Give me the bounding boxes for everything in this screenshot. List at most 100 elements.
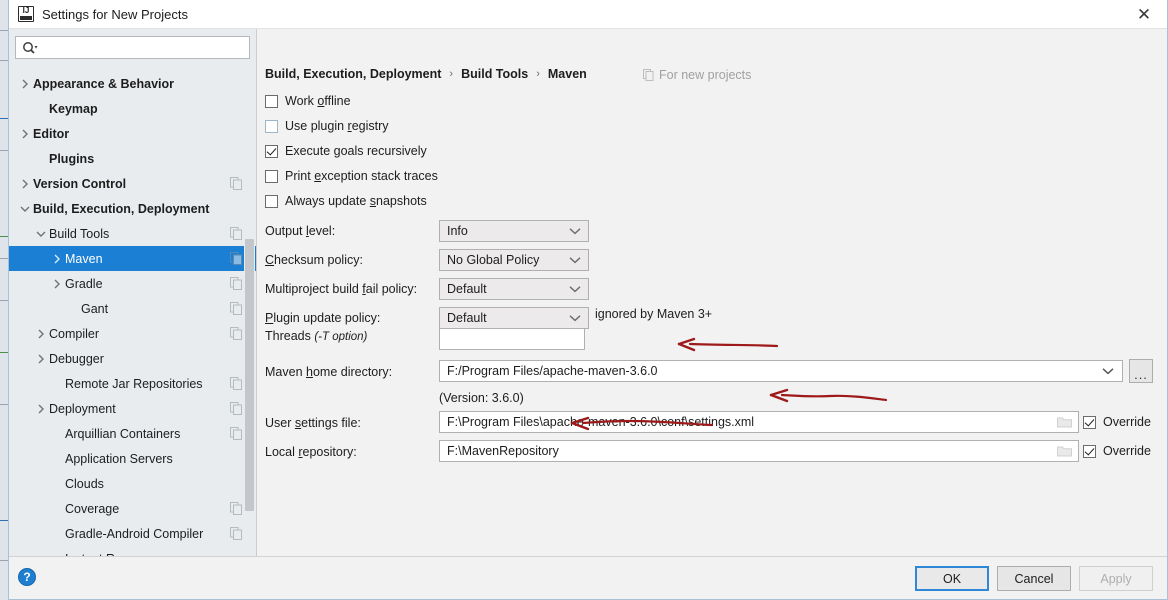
sidebar-item-clouds[interactable]: Clouds [9,471,256,496]
checkbox-use-plugin-registry[interactable]: Use plugin registry [265,119,389,133]
output-level-select[interactable]: Info [439,220,589,242]
chevron-right-icon[interactable] [33,404,49,414]
folder-icon[interactable] [1057,445,1072,458]
output-level-label-row: Output level: [265,224,335,238]
sidebar-item-instant-run[interactable]: Instant Run [9,546,256,557]
copy-settings-icon[interactable] [230,302,242,315]
chevron-down-icon[interactable] [33,230,49,238]
sidebar-item-label: Build Tools [49,226,110,241]
copy-settings-icon[interactable] [230,377,242,390]
checkbox-always-update-snapshots[interactable]: Always update snapshots [265,194,427,208]
search-input[interactable] [38,38,238,57]
chevron-right-icon[interactable] [49,254,65,264]
checkbox-input[interactable] [265,169,278,183]
plugin-update-policy-label-row: Plugin update policy: [265,311,380,325]
sidebar-item-keymap[interactable]: Keymap [9,96,256,121]
search-box[interactable] [15,36,250,59]
chevron-right-icon[interactable] [17,179,33,189]
plugin-policy-note: ignored by Maven 3+ [595,307,713,321]
breadcrumb-item-0[interactable]: Build, Execution, Deployment [265,67,441,81]
checkbox-input[interactable] [265,119,278,133]
chevron-right-icon[interactable] [49,279,65,289]
apply-button: Apply [1079,566,1153,591]
chevron-down-icon[interactable] [569,314,581,322]
chevron-right-icon[interactable] [17,79,33,89]
checkbox-execute-goals-recursively[interactable]: Execute goals recursively [265,144,427,158]
chevron-down-icon[interactable] [1102,367,1114,375]
chevron-down-icon[interactable] [17,205,33,213]
sidebar-item-arquillian-containers[interactable]: Arquillian Containers [9,421,256,446]
user-settings-override-row[interactable]: Override [1083,415,1151,429]
sidebar-item-label: Editor [33,126,70,141]
local-repo-label-row: Local repository: [265,445,357,459]
sidebar-item-version-control[interactable]: Version Control [9,171,256,196]
copy-settings-icon[interactable] [230,227,242,240]
checkbox-input[interactable] [265,144,278,158]
dialog-footer: ? OK Cancel Apply [9,556,1167,599]
chevron-right-icon[interactable] [17,129,33,139]
checkbox-print-exception-stack-traces[interactable]: Print exception stack traces [265,169,438,183]
sidebar-item-build-execution-deployment[interactable]: Build, Execution, Deployment [9,196,256,221]
sidebar-item-application-servers[interactable]: Application Servers [9,446,256,471]
close-icon[interactable]: ✕ [1121,0,1167,29]
sidebar-item-editor[interactable]: Editor [9,121,256,146]
copy-settings-icon[interactable] [230,177,242,190]
sidebar-item-label: Gradle [65,276,103,291]
checkbox-label: Always update snapshots [285,194,427,208]
sidebar-item-gradle[interactable]: Gradle [9,271,256,296]
sidebar-item-build-tools[interactable]: Build Tools [9,221,256,246]
sidebar-item-label: Gant [81,301,109,316]
threads-input[interactable] [439,328,585,350]
ok-button[interactable]: OK [915,566,989,591]
chevron-right-icon[interactable] [33,329,49,339]
cancel-button[interactable]: Cancel [997,566,1071,591]
copy-settings-icon[interactable] [230,277,242,290]
settings-dialog: Settings for New Projects ✕ [8,0,1168,600]
copy-settings-icon[interactable] [230,427,242,440]
sidebar-item-gant[interactable]: Gant [9,296,256,321]
chevron-down-icon[interactable] [569,256,581,264]
user-settings-label: User settings file: [265,416,361,430]
local-repo-override-checkbox[interactable] [1083,444,1096,458]
local-repo-override-row[interactable]: Override [1083,444,1151,458]
maven-home-combo[interactable]: F:/Program Files/apache-maven-3.6.0 [439,360,1123,382]
settings-tree[interactable]: Appearance & Behavior Keymap Editor Plugins… [9,71,256,556]
sidebar-item-label: Coverage [65,501,120,516]
user-settings-file-value: F:\Program Files\apache-maven-3.6.0\conf… [447,415,755,429]
multiproject-build-fail-policy-select[interactable]: Default [439,278,589,300]
checkbox-work-offline[interactable]: Work offline [265,94,351,108]
sidebar-item-deployment[interactable]: Deployment [9,396,256,421]
local-repository-field[interactable]: F:\MavenRepository [439,440,1079,462]
breadcrumb-item-1[interactable]: Build Tools [461,67,528,81]
sidebar-item-plugins[interactable]: Plugins [9,146,256,171]
checkbox-input[interactable] [265,194,278,208]
maven-home-browse-button[interactable]: ... [1129,359,1153,383]
breadcrumb-item-2[interactable]: Maven [548,67,587,81]
help-icon[interactable]: ? [18,568,36,586]
sidebar-scrollbar-thumb[interactable] [245,239,254,511]
checkbox-input[interactable] [265,94,278,108]
sidebar-item-maven[interactable]: Maven [9,246,256,271]
copy-settings-icon[interactable] [230,252,242,265]
sidebar-item-coverage[interactable]: Coverage [9,496,256,521]
chevron-right-icon[interactable] [33,354,49,364]
copy-settings-icon[interactable] [230,527,242,540]
copy-settings-icon[interactable] [230,502,242,515]
user-settings-file-field[interactable]: F:\Program Files\apache-maven-3.6.0\conf… [439,411,1079,433]
window-title: Settings for New Projects [42,6,188,22]
copy-settings-icon[interactable] [230,402,242,415]
sidebar-item-remote-jar-repositories[interactable]: Remote Jar Repositories [9,371,256,396]
sidebar-item-gradle-android-compiler[interactable]: Gradle-Android Compiler [9,521,256,546]
user-settings-override-checkbox[interactable] [1083,415,1096,429]
sidebar-scrollbar[interactable] [244,71,255,556]
sidebar-item-appearance-behavior[interactable]: Appearance & Behavior [9,71,256,96]
chevron-down-icon[interactable] [569,227,581,235]
folder-icon[interactable] [1057,416,1072,429]
sidebar-item-compiler[interactable]: Compiler [9,321,256,346]
chevron-down-icon[interactable] [569,285,581,293]
copy-settings-icon[interactable] [230,327,242,340]
sidebar-item-debugger[interactable]: Debugger [9,346,256,371]
sidebar-item-label: Clouds [65,476,104,491]
checksum-policy-select[interactable]: No Global Policy [439,249,589,271]
plugin-update-policy-select[interactable]: Default [439,307,589,329]
